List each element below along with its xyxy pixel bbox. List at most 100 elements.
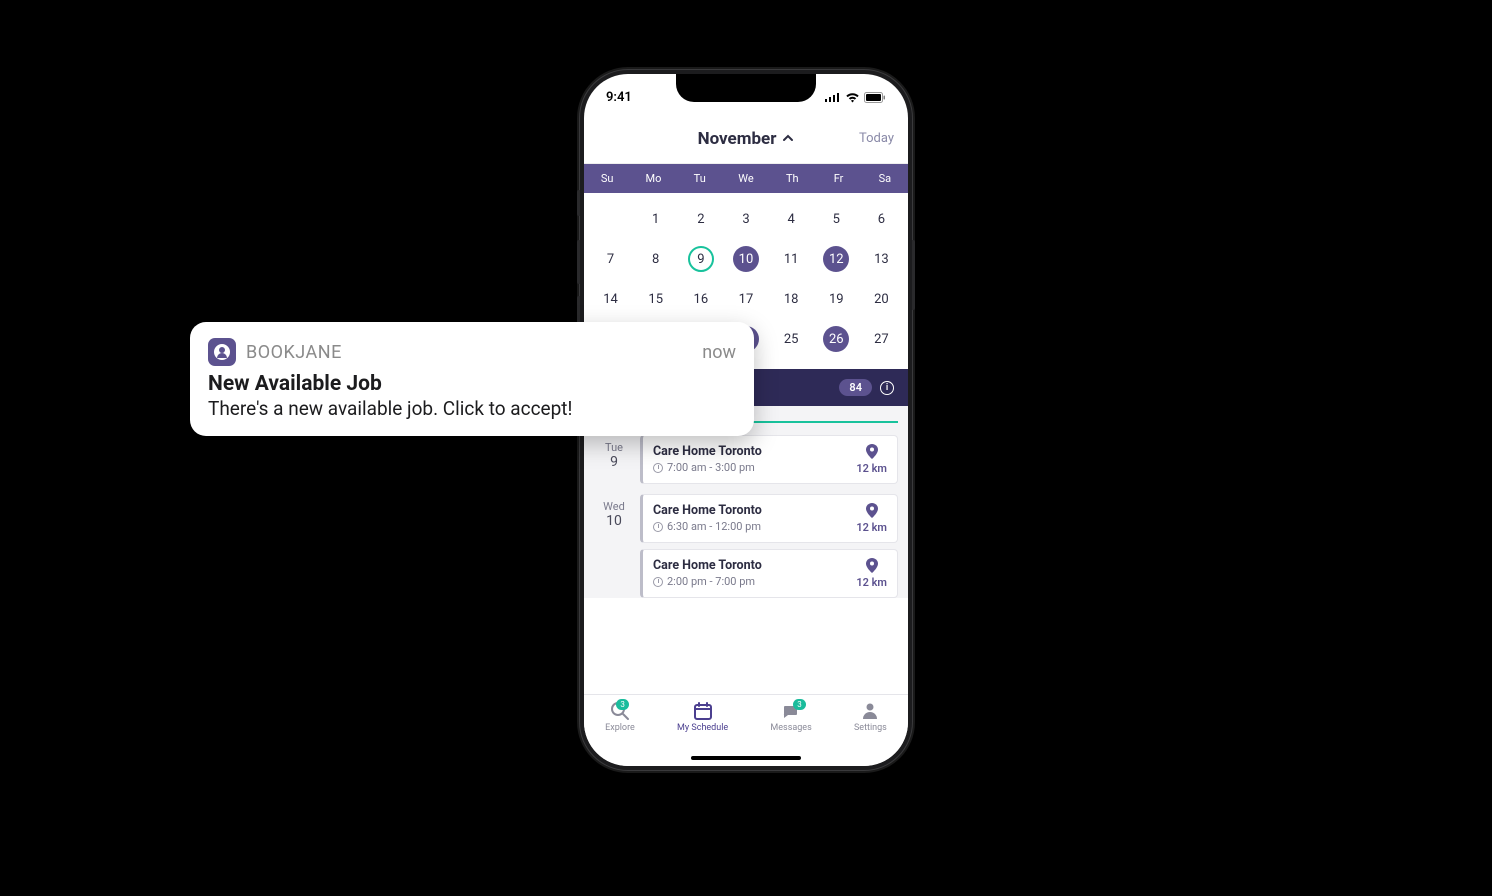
calendar-day[interactable]: 5 [814, 199, 859, 239]
schedule-day-row: Tue9 Care Home Toronto 7:00 am - 3:00 pm 12… [594, 435, 898, 484]
job-time: 7:00 am - 3:00 pm [653, 461, 762, 474]
schedule-day-label: Wed10 [594, 494, 634, 598]
tab-settings[interactable]: Settings [854, 701, 887, 766]
calendar-day-number: 19 [823, 286, 849, 312]
calendar-day[interactable]: 12 [814, 239, 859, 279]
calendar-icon [693, 701, 713, 721]
tab-label: My Schedule [677, 723, 728, 733]
job-title: Care Home Toronto [653, 503, 762, 518]
weekday-label: Su [584, 164, 630, 193]
location-pin-icon [866, 444, 878, 459]
calendar-day[interactable]: 4 [769, 199, 814, 239]
calendar-day-number: 20 [868, 286, 894, 312]
location-pin-icon [866, 558, 878, 573]
calendar-day[interactable]: 19 [814, 279, 859, 319]
explore-badge: 3 [616, 699, 629, 710]
calendar-day-number: 3 [733, 206, 759, 232]
calendar-day[interactable]: 17 [723, 279, 768, 319]
calendar-day[interactable]: 3 [723, 199, 768, 239]
calendar-day-number: 12 [823, 246, 849, 272]
job-card-list: Care Home Toronto6:30 am - 12:00 pm12 km… [640, 494, 898, 598]
status-time: 9:41 [606, 90, 632, 105]
weekday-label: Mo [630, 164, 676, 193]
messages-badge: 3 [793, 699, 806, 710]
calendar-day[interactable]: 6 [859, 199, 904, 239]
job-distance: 12 km [856, 576, 887, 589]
schedule-day-number: 9 [594, 454, 634, 470]
job-card[interactable]: Care Home Toronto2:00 pm - 7:00 pm12 km [640, 549, 898, 598]
calendar-day[interactable]: 20 [859, 279, 904, 319]
notification-time: now [702, 342, 736, 363]
calendar-day[interactable]: 8 [633, 239, 678, 279]
phone-volume-up [577, 240, 580, 284]
calendar-day-number: 14 [598, 286, 624, 312]
clock-icon [653, 577, 663, 587]
job-card-list: Care Home Toronto 7:00 am - 3:00 pm 12 km [640, 435, 898, 484]
clock-icon [653, 463, 663, 473]
job-distance: 12 km [856, 462, 887, 475]
calendar-day[interactable]: 10 [723, 239, 768, 279]
tab-explore[interactable]: 3 Explore [605, 701, 635, 766]
push-notification[interactable]: BOOKJANE now New Available Job There's a… [190, 322, 754, 436]
calendar-day[interactable]: 18 [769, 279, 814, 319]
month-label: November [698, 129, 777, 149]
today-button[interactable]: Today [859, 131, 894, 146]
tab-label: Settings [854, 723, 887, 733]
phone-silent-switch [577, 190, 580, 216]
schedule-day-number: 10 [594, 513, 634, 529]
calendar-day-number: 11 [778, 246, 804, 272]
calendar-day[interactable]: 27 [859, 319, 904, 359]
calendar-day[interactable]: 15 [633, 279, 678, 319]
calendar-day-number: 27 [868, 326, 894, 352]
calendar-day[interactable]: 7 [588, 239, 633, 279]
battery-icon [864, 92, 886, 103]
calendar-header: November Today [584, 114, 908, 164]
calendar-day-number: 17 [733, 286, 759, 312]
job-title: Care Home Toronto [653, 444, 762, 459]
calendar-day[interactable]: 9 [678, 239, 723, 279]
calendar-day-number: 26 [823, 326, 849, 352]
calendar-day-number: 6 [868, 206, 894, 232]
month-selector[interactable]: November [698, 129, 795, 149]
calendar-day-number: 18 [778, 286, 804, 312]
clock-icon [653, 522, 663, 532]
job-distance: 12 km [856, 521, 887, 534]
home-indicator[interactable] [691, 756, 801, 760]
calendar-day[interactable]: 1 [633, 199, 678, 239]
calendar-day-number: 8 [643, 246, 669, 272]
calendar-day-number: 4 [778, 206, 804, 232]
schedule-day-label: Tue9 [594, 435, 634, 484]
schedule-day-dow: Tue [594, 441, 634, 454]
chevron-up-icon [782, 129, 794, 149]
calendar-day-number: 7 [598, 246, 624, 272]
calendar-day[interactable]: 26 [814, 319, 859, 359]
calendar-day[interactable]: 16 [678, 279, 723, 319]
calendar-day-number: 15 [643, 286, 669, 312]
weekday-label: We [723, 164, 769, 193]
calendar-day-number: 25 [778, 326, 804, 352]
calendar-day[interactable]: 25 [769, 319, 814, 359]
schedule-day-dow: Wed [594, 500, 634, 513]
calendar-day-number: 2 [688, 206, 714, 232]
notification-title: New Available Job [208, 372, 736, 396]
notification-body: There's a new available job. Click to ac… [208, 397, 736, 420]
info-icon[interactable]: i [880, 381, 894, 395]
wifi-icon [845, 92, 860, 103]
calendar-day[interactable]: 2 [678, 199, 723, 239]
phone-notch [676, 74, 816, 102]
calendar-day[interactable]: 13 [859, 239, 904, 279]
calendar-day[interactable]: 14 [588, 279, 633, 319]
job-card[interactable]: Care Home Toronto 7:00 am - 3:00 pm 12 km [640, 435, 898, 484]
calendar-day-number: 9 [688, 246, 714, 272]
job-time: 2:00 pm - 7:00 pm [653, 575, 762, 588]
calendar-day-number: 10 [733, 246, 759, 272]
calendar-day [588, 199, 633, 239]
job-card[interactable]: Care Home Toronto6:30 am - 12:00 pm12 km [640, 494, 898, 543]
signal-icon [825, 92, 841, 102]
calendar-day-number: 16 [688, 286, 714, 312]
calendar-day[interactable]: 11 [769, 239, 814, 279]
calendar-day-number: 1 [643, 206, 669, 232]
notification-app-name: BOOKJANE [246, 342, 342, 363]
calendar-day-number: 13 [868, 246, 894, 272]
weekday-label: Sa [862, 164, 908, 193]
